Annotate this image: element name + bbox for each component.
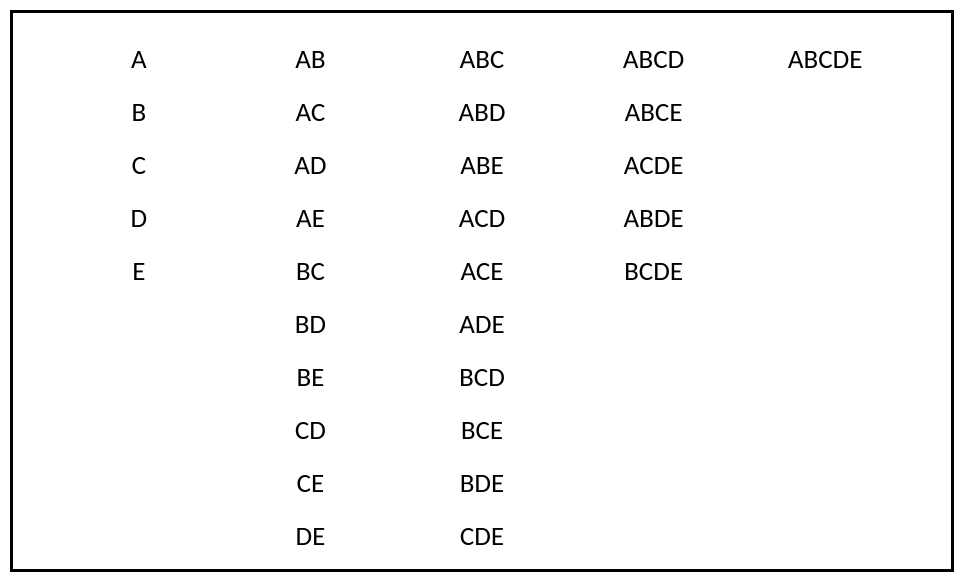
column-4: ABCD ABCE ACDE ABDE BCDE <box>568 33 740 298</box>
column-5: ABCDE <box>739 33 911 86</box>
cell: A <box>131 33 147 86</box>
cell: AD <box>294 139 326 192</box>
cell: ACDE <box>624 139 684 192</box>
cell: B <box>131 86 146 139</box>
cell: AB <box>295 33 325 86</box>
cell: CE <box>297 457 325 510</box>
combination-table-frame: A B C D E AB AC AD AE BC BD BE CD CE DE … <box>10 10 954 572</box>
column-1: A B C D E <box>53 33 225 298</box>
cell: CDE <box>460 510 504 563</box>
cell: BCD <box>459 351 505 404</box>
cell: ABC <box>460 33 505 86</box>
cell: ABCDE <box>788 33 863 86</box>
cell: D <box>130 192 147 245</box>
cell: ABDE <box>624 192 684 245</box>
column-2: AB AC AD AE BC BD BE CD CE DE <box>225 33 397 563</box>
cell: ABCE <box>625 86 683 139</box>
cell: BCDE <box>624 245 683 298</box>
cell: CD <box>295 404 326 457</box>
cell: BDE <box>460 457 504 510</box>
cell: ACE <box>460 245 503 298</box>
columns-container: A B C D E AB AC AD AE BC BD BE CD CE DE … <box>53 33 911 563</box>
cell: BD <box>295 298 326 351</box>
cell: AE <box>296 192 325 245</box>
cell: BCE <box>461 404 503 457</box>
cell: BC <box>296 245 325 298</box>
cell: AC <box>295 86 325 139</box>
cell: ABD <box>459 86 506 139</box>
column-3: ABC ABD ABE ACD ACE ADE BCD BCE BDE CDE <box>396 33 568 563</box>
cell: BE <box>296 351 324 404</box>
cell: C <box>132 139 146 192</box>
cell: ACD <box>459 192 505 245</box>
cell: E <box>132 245 145 298</box>
cell: ABCD <box>623 33 684 86</box>
cell: DE <box>295 510 325 563</box>
cell: ABE <box>460 139 504 192</box>
cell: ADE <box>459 298 504 351</box>
